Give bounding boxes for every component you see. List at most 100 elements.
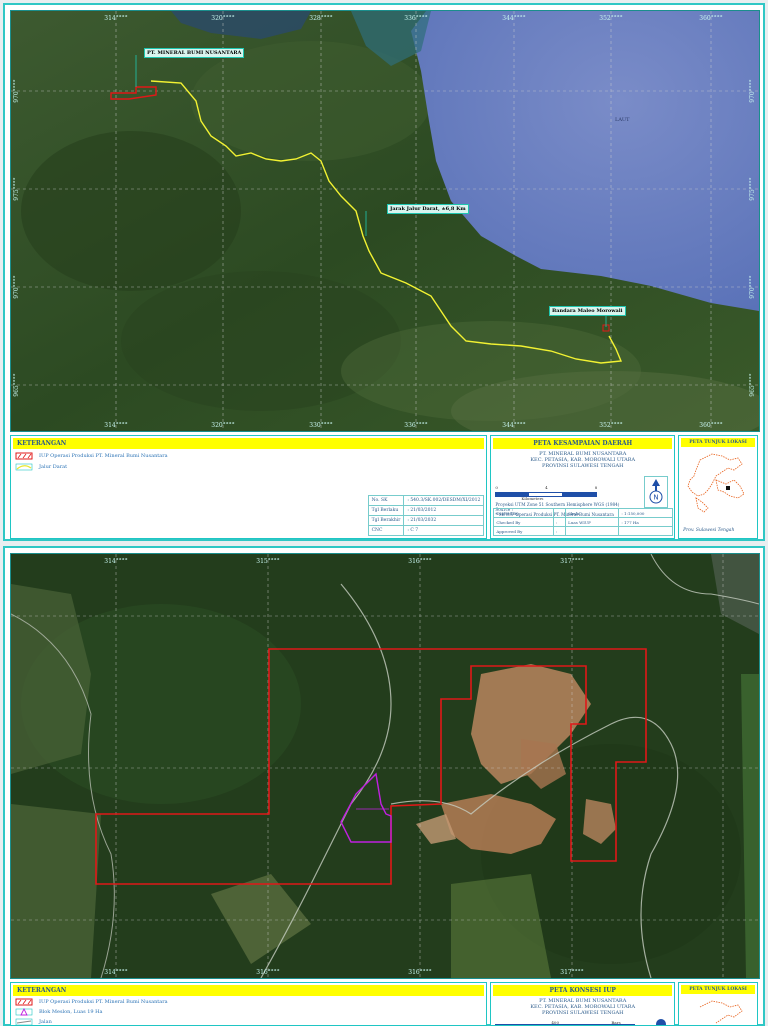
legend-item-iup-bottom: IUP Operasi Produksi PT. Mineral Bumi Nu… (15, 998, 482, 1006)
info-value: : 21/03/2032 (403, 515, 485, 526)
scale-num: 0 (495, 485, 498, 490)
north-arrow-icon: N (644, 476, 669, 508)
grid-label-bottom: 330°°°° (309, 422, 332, 429)
grid-label-top: 336°°°° (404, 15, 427, 22)
legend-item-jalan: Jalan (15, 1018, 482, 1025)
scale-bar (495, 492, 598, 497)
callout-company: PT. MINERAL BUMI NUSANTARA (144, 48, 245, 58)
table-cell: : 1:150,000 (618, 508, 674, 518)
table-cell: : (552, 508, 567, 518)
legend-item-iup: IUP Operasi Produksi PT. Mineral Bumi Nu… (15, 452, 482, 460)
info-label: Tgl Berlaku (367, 505, 405, 516)
grid-label-top: 352°°°° (599, 15, 622, 22)
table-cell: Luas WIUP (565, 517, 620, 527)
legend-item-road-label: Jalur Darat (39, 464, 68, 470)
map-title: PETA KESAMPAIAN DAERAH (493, 438, 673, 449)
table-cell: Approved By (493, 526, 554, 536)
kesampaian-map[interactable]: 314°°°° 320°°°° 328°°°° 336°°°° 344°°°° 352°°… (10, 10, 760, 432)
grid-label-top: 316°°°° (408, 558, 431, 565)
satellite-map: 314°°°° 320°°°° 328°°°° 336°°°° 344°°°° 352°°… (11, 11, 759, 431)
grid-label-bottom: 344°°°° (502, 422, 525, 429)
grid-label-top: 314°°°° (104, 15, 127, 22)
grid-label-left: 965°°°° (13, 373, 20, 396)
legend-item-road: Jalur Darat (15, 463, 482, 471)
grid-label-top: 344°°°° (502, 15, 525, 22)
grid-label-top: 317°°°° (560, 558, 583, 565)
grid-label-right: 965°°°° (749, 373, 756, 396)
grid-label-bottom: 316°°°° (408, 969, 431, 976)
scale-num: 4 (545, 485, 548, 490)
sea-label: LAUT (615, 117, 630, 123)
table-cell (565, 526, 620, 536)
info-label: Tgl Berakhir (367, 515, 405, 526)
north-arrow-bottom-icon (656, 1019, 667, 1025)
grid-label-top: 314°°°° (104, 558, 127, 565)
location-inset-box: PETA TUNJUK LOKASI Prov. Sulawesi Tengah (678, 435, 758, 539)
approval-table: Drafted By: Skala: 1:150,000 Checked By:… (493, 508, 674, 536)
grid-label-bottom: 352°°°° (599, 422, 622, 429)
grid-label-bottom: 320°°°° (211, 422, 234, 429)
permit-info-table: No. SK: 540.3/SK.002/DESDM/XI/2012 Tgl B… (367, 495, 485, 536)
grid-label-bottom: 336°°°° (404, 422, 427, 429)
legend-box-bottom: KETERANGAN IUP Operasi Produksi PT. Mine… (10, 982, 488, 1026)
info-value: : 21/03/2012 (403, 505, 485, 516)
table-cell: : (552, 526, 567, 536)
grid-label-top: 360°°°° (699, 15, 722, 22)
scale-unit: Kilometers (521, 496, 544, 501)
callout-road-distance: Jarak Jalur Darat, ±6,8 Km (387, 204, 469, 214)
sulawesi-inset-map (687, 453, 745, 513)
iup-symbol-icon (15, 998, 33, 1006)
legend-item-jalan-label: Jalan (39, 1019, 52, 1025)
grid-label-top: 320°°°° (211, 15, 234, 22)
table-cell: Checked By (493, 517, 554, 527)
address-line-2: PROVINSI SULAWESI TENGAH (541, 463, 624, 469)
grid-label-left: 975°°°° (13, 177, 20, 200)
svg-text:N: N (653, 494, 658, 502)
table-cell: Skala (565, 508, 620, 518)
map-title-box: PETA KESAMPAIAN DAERAH PT. MINERAL BUMI … (490, 435, 676, 539)
legend-row-bottom: KETERANGAN IUP Operasi Produksi PT. Mine… (10, 982, 758, 1026)
grid-label-bottom: 317°°°° (560, 969, 583, 976)
grid-label-bottom: 314°°°° (104, 422, 127, 429)
projection-line: Proyeksi UTM Zone 51 Southern Hemisphere… (495, 502, 620, 507)
info-value: : C 7 (403, 525, 485, 536)
location-inset-header: PETA TUNJUK LOKASI (681, 438, 755, 447)
scale-num: 8 (594, 485, 598, 490)
iup-symbol-icon (15, 452, 33, 460)
table-cell: : 177 Ha (618, 517, 674, 527)
grid-label-top: 328°°°° (309, 15, 332, 22)
grid-label-bottom: 360°°°° (699, 422, 722, 429)
callout-airport: Bandara Maleo Morowali (549, 306, 626, 316)
grid-label-right: 970°°°° (749, 79, 756, 102)
legend-row-top: KETERANGAN IUP Operasi Produksi PT. Mine… (10, 435, 758, 539)
sulawesi-inset-map-bottom (699, 1000, 743, 1024)
konsesi-sheet: 314°°°° 315°°°° 316°°°° 317°°°° 314°°°° 316°°… (3, 546, 765, 1026)
grid-label-top: 315°°°° (256, 558, 279, 565)
location-caption: Prov. Sulawesi Tengah (683, 528, 735, 533)
location-inset-header-bottom: PETA TUNJUK LOKASI (681, 985, 755, 994)
grid-label-right: 975°°°° (749, 177, 756, 200)
table-cell: : (552, 517, 567, 527)
grid-label-bottom: 314°°°° (104, 969, 127, 976)
legend-item-iup-label: IUP Operasi Produksi PT. Mineral Bumi Nu… (39, 453, 168, 459)
info-label: CNC (367, 525, 405, 536)
legend-item-meslon: Blok Meslon, Luas 19 Ha (15, 1008, 482, 1016)
legend-header: KETERANGAN (13, 438, 485, 449)
map-title-box-bottom: PETA KONSESI IUP PT. MINERAL BUMI NUSANT… (490, 982, 676, 1026)
legend-item-iup-bottom-label: IUP Operasi Produksi PT. Mineral Bumi Nu… (39, 999, 168, 1005)
table-cell: Drafted By (493, 508, 554, 518)
location-inset-box-bottom: PETA TUNJUK LOKASI (678, 982, 758, 1026)
legend-header-bottom: KETERANGAN (13, 985, 485, 996)
info-label: No. SK (367, 495, 405, 506)
scale-numbers: 0 4 8 (495, 485, 597, 490)
table-cell (618, 526, 674, 536)
concession-satellite-map: 314°°°° 315°°°° 316°°°° 317°°°° 314°°°° 316°°… (11, 554, 759, 978)
meslon-symbol-icon (15, 1008, 33, 1016)
grid-label-bottom: 316°°°° (256, 969, 279, 976)
address-line-2-bottom: PROVINSI SULAWESI TENGAH (541, 1010, 624, 1016)
legend-item-meslon-label: Blok Meslon, Luas 19 Ha (39, 1009, 103, 1015)
grid-label-right: 970°°°° (749, 275, 756, 298)
map-title-bottom: PETA KONSESI IUP (493, 985, 673, 996)
konsesi-map[interactable]: 314°°°° 315°°°° 316°°°° 317°°°° 314°°°° 316°°… (10, 553, 760, 979)
jalan-symbol-icon (15, 1018, 33, 1025)
